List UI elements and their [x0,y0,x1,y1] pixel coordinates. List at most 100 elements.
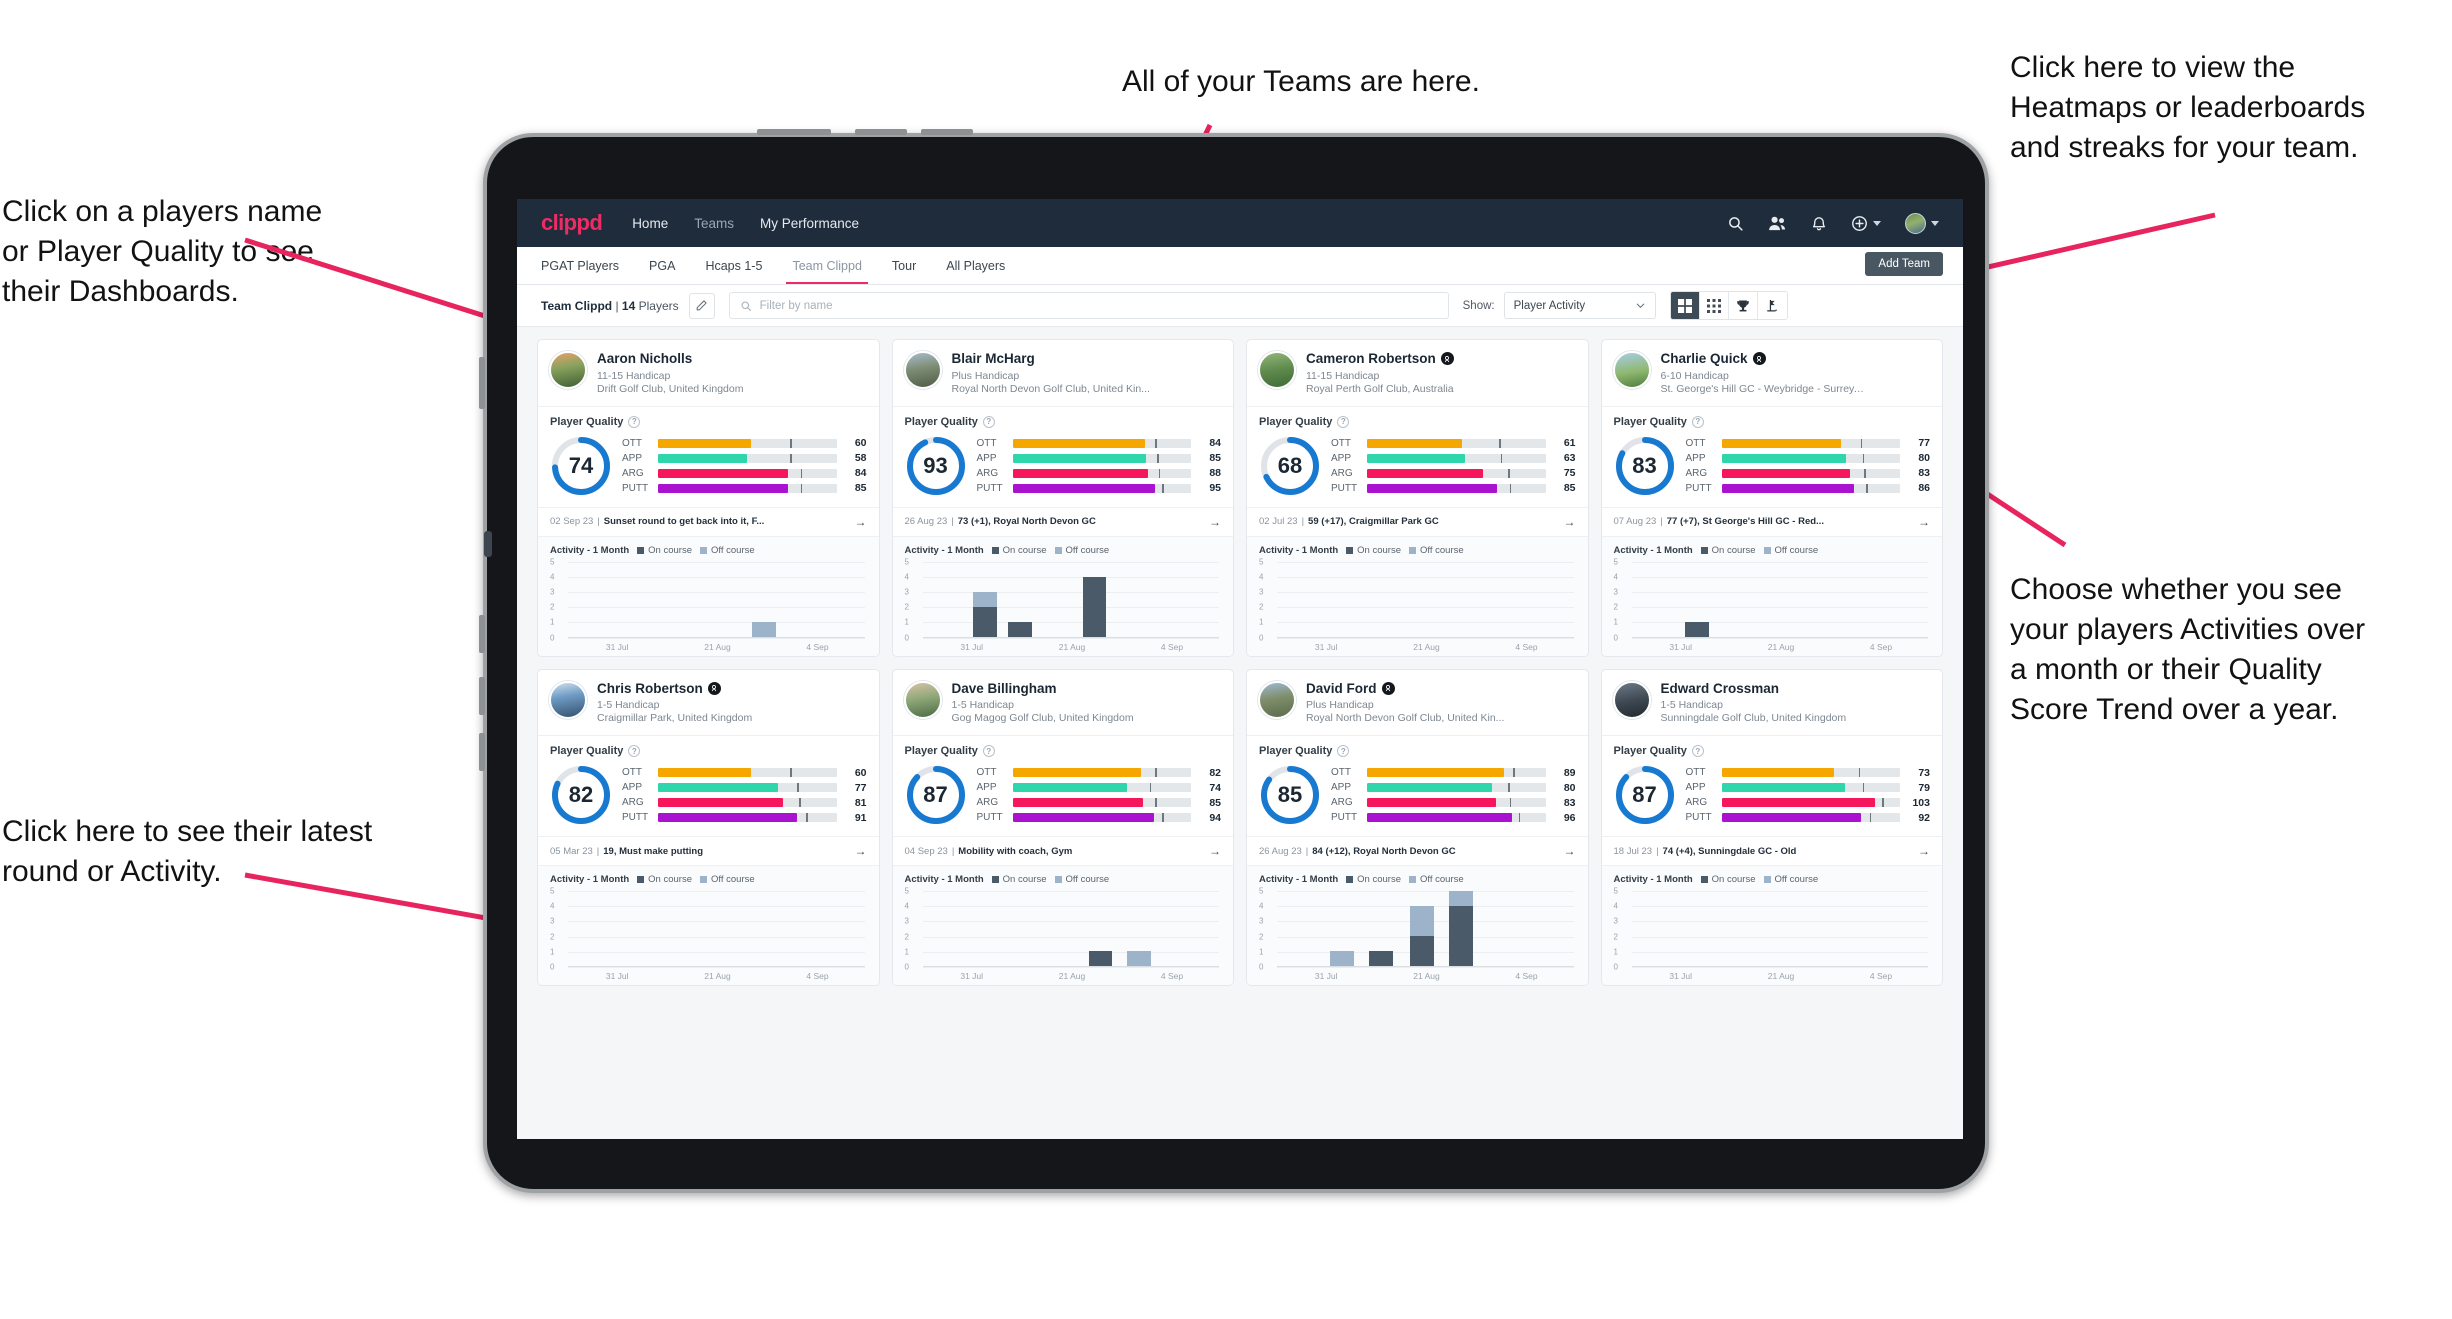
player-photo[interactable] [549,680,587,719]
nav-link-home[interactable]: Home [632,216,668,231]
player-quality-section[interactable]: Player Quality? 68 OTT 61 APP 63 ARG 75 PUTT 85 [1247,405,1588,507]
player-photo[interactable] [1612,351,1651,389]
player-card[interactable]: Chris Robertson 1-5 Handicap Craigmillar P… [537,668,880,987]
player-card-header[interactable]: Cameron Robertson 11-15 Handicap Royal Per… [1247,340,1588,406]
side-button-3[interactable] [479,677,485,715]
player-quality-section[interactable]: Player Quality? 87 OTT 82 APP 74 ARG 85 PUTT 94 [892,735,1233,836]
player-quality-section[interactable]: Player Quality? 87 OTT 73 APP 79 ARG 103 PUTT 92 [1601,735,1942,836]
arrow-right-icon[interactable]: → [1564,515,1576,529]
player-card[interactable]: Aaron Nicholls 11-15 Handicap Drift Golf C… [537,339,880,657]
avatar[interactable] [1905,212,1939,234]
player-photo[interactable] [903,351,942,389]
search-icon[interactable] [1727,215,1744,232]
help-icon[interactable]: ? [1337,745,1350,758]
player-card-header[interactable]: Blair McHarg Plus Handicap Royal North Dev… [893,340,1234,406]
player-quality-section[interactable]: Player Quality? 93 OTT 84 APP 85 ARG 88 PUTT 95 [892,405,1233,507]
latest-round-row[interactable]: 02 Sep 23 | Sunset round to get back into … [538,506,879,536]
side-button-2[interactable] [479,615,485,653]
latest-round-row[interactable]: 05 Mar 23 | 19, Must make putting → [538,836,879,865]
player-card[interactable]: Blair McHarg Plus Handicap Royal North Dev… [891,339,1234,657]
player-quality-section[interactable]: Player Quality? 82 OTT 60 APP 77 ARG 81 PUTT 91 [538,735,879,836]
latest-round-row[interactable]: 26 Aug 23 | 73 (+1), Royal North Devon GC → [892,506,1233,536]
player-quality-donut[interactable]: 68 [1259,435,1321,497]
player-quality-section[interactable]: Player Quality? 85 OTT 89 APP 80 ARG 83 PUTT 96 [1247,735,1588,836]
tab-hcaps-1-5[interactable]: Hcaps 1-5 [705,247,762,284]
player-quality-section[interactable]: Player Quality? 83 OTT 77 APP 80 ARG 83 PUTT 86 [1601,405,1942,507]
latest-round-row[interactable]: 04 Sep 23 | Mobility with coach, Gym → [892,836,1233,865]
player-name[interactable]: Charlie Quick [1661,351,1866,367]
side-button-4[interactable] [479,733,485,771]
player-quality-donut[interactable]: 87 [905,764,967,826]
arrow-right-icon[interactable]: → [1564,844,1576,858]
arrow-right-icon[interactable]: → [1918,844,1930,858]
trophy-view-icon[interactable] [1728,292,1758,319]
latest-round-row[interactable]: 18 Jul 23 | 74 (+4), Sunningdale GC - Old → [1601,836,1942,865]
tab-pga[interactable]: PGA [649,247,675,284]
player-name[interactable]: Chris Robertson [597,681,752,697]
player-card[interactable]: Cameron Robertson 11-15 Handicap Royal Per… [1246,339,1589,657]
latest-round-row[interactable]: 26 Aug 23 | 84 (+12), Royal North Devon GC… [1247,836,1588,865]
player-quality-donut[interactable]: 83 [1614,435,1676,497]
grid-view-icon[interactable] [1670,292,1700,319]
player-photo[interactable] [1612,680,1651,719]
player-quality-donut[interactable]: 85 [1259,764,1321,826]
player-name[interactable]: David Ford [1306,681,1504,697]
help-icon[interactable]: ? [1337,415,1350,428]
plus-circle-icon[interactable] [1851,215,1881,232]
player-quality-donut[interactable]: 93 [905,435,967,497]
tab-team-clippd[interactable]: Team Clippd [786,247,869,284]
player-quality-donut[interactable]: 74 [550,435,612,497]
player-card-header[interactable]: Dave Billingham 1-5 Handicap Gog Magog Gol… [893,670,1234,736]
arrow-right-icon[interactable]: → [1209,515,1221,529]
player-card-header[interactable]: David Ford Plus Handicap Royal North Devon… [1247,670,1588,736]
player-card[interactable]: Charlie Quick 6-10 Handicap St. George's H… [1600,339,1943,657]
dots-grid-view-icon[interactable] [1699,292,1729,319]
help-icon[interactable]: ? [982,415,995,428]
show-select[interactable]: Player Activity [1503,292,1656,319]
player-quality-donut[interactable]: 82 [550,764,612,826]
player-photo[interactable] [549,351,587,389]
people-icon[interactable] [1768,215,1787,232]
arrow-right-icon[interactable]: → [855,844,867,858]
golf-flag-view-icon[interactable] [1757,292,1787,319]
clippd-logo[interactable]: clippd [541,210,603,236]
player-card-header[interactable]: Charlie Quick 6-10 Handicap St. George's H… [1602,340,1943,406]
help-icon[interactable]: ? [628,415,641,428]
player-name[interactable]: Cameron Robertson [1306,351,1454,367]
help-icon[interactable]: ? [982,745,995,758]
bell-icon[interactable] [1811,215,1827,232]
tab-pgat-players[interactable]: PGAT Players [541,247,619,284]
player-name[interactable]: Blair McHarg [952,351,1150,367]
help-icon[interactable]: ? [628,745,641,758]
player-photo[interactable] [903,680,942,719]
player-card[interactable]: Dave Billingham 1-5 Handicap Gog Magog Gol… [891,668,1234,987]
player-name[interactable]: Edward Crossman [1661,681,1847,697]
player-card[interactable]: David Ford Plus Handicap Royal North Devon… [1246,668,1589,987]
player-name[interactable]: Dave Billingham [952,681,1134,697]
volume-down-button[interactable] [921,129,973,135]
edit-team-button[interactable] [688,292,715,319]
help-icon[interactable]: ? [1691,745,1704,758]
player-name[interactable]: Aaron Nicholls [597,351,743,367]
tab-all-players[interactable]: All Players [946,247,1005,284]
player-card-header[interactable]: Edward Crossman 1-5 Handicap Sunningdale G… [1602,670,1943,736]
latest-round-row[interactable]: 02 Jul 23 | 59 (+17), Craigmillar Park GC → [1247,506,1588,536]
latest-round-row[interactable]: 07 Aug 23 | 77 (+7), St George's Hill GC -… [1601,506,1942,536]
arrow-right-icon[interactable]: → [1209,844,1221,858]
player-quality-donut[interactable]: 87 [1614,764,1676,826]
player-card[interactable]: Edward Crossman 1-5 Handicap Sunningdale G… [1600,668,1943,987]
volume-up-button[interactable] [855,129,907,135]
player-quality-section[interactable]: Player Quality? 74 OTT 60 APP 58 ARG 84 PUTT 85 [538,405,879,507]
search-input-wrapper[interactable] [728,292,1449,319]
tab-tour[interactable]: Tour [892,247,916,284]
search-input[interactable] [759,299,1438,312]
help-icon[interactable]: ? [1691,415,1704,428]
nav-link-my-performance[interactable]: My Performance [760,216,859,231]
player-card-header[interactable]: Aaron Nicholls 11-15 Handicap Drift Golf C… [538,340,879,406]
nav-link-teams[interactable]: Teams [694,216,734,231]
player-photo[interactable] [1258,351,1296,389]
arrow-right-icon[interactable]: → [855,515,867,529]
side-button-1[interactable] [479,357,485,409]
player-card-header[interactable]: Chris Robertson 1-5 Handicap Craigmillar P… [538,670,879,736]
arrow-right-icon[interactable]: → [1918,515,1930,529]
